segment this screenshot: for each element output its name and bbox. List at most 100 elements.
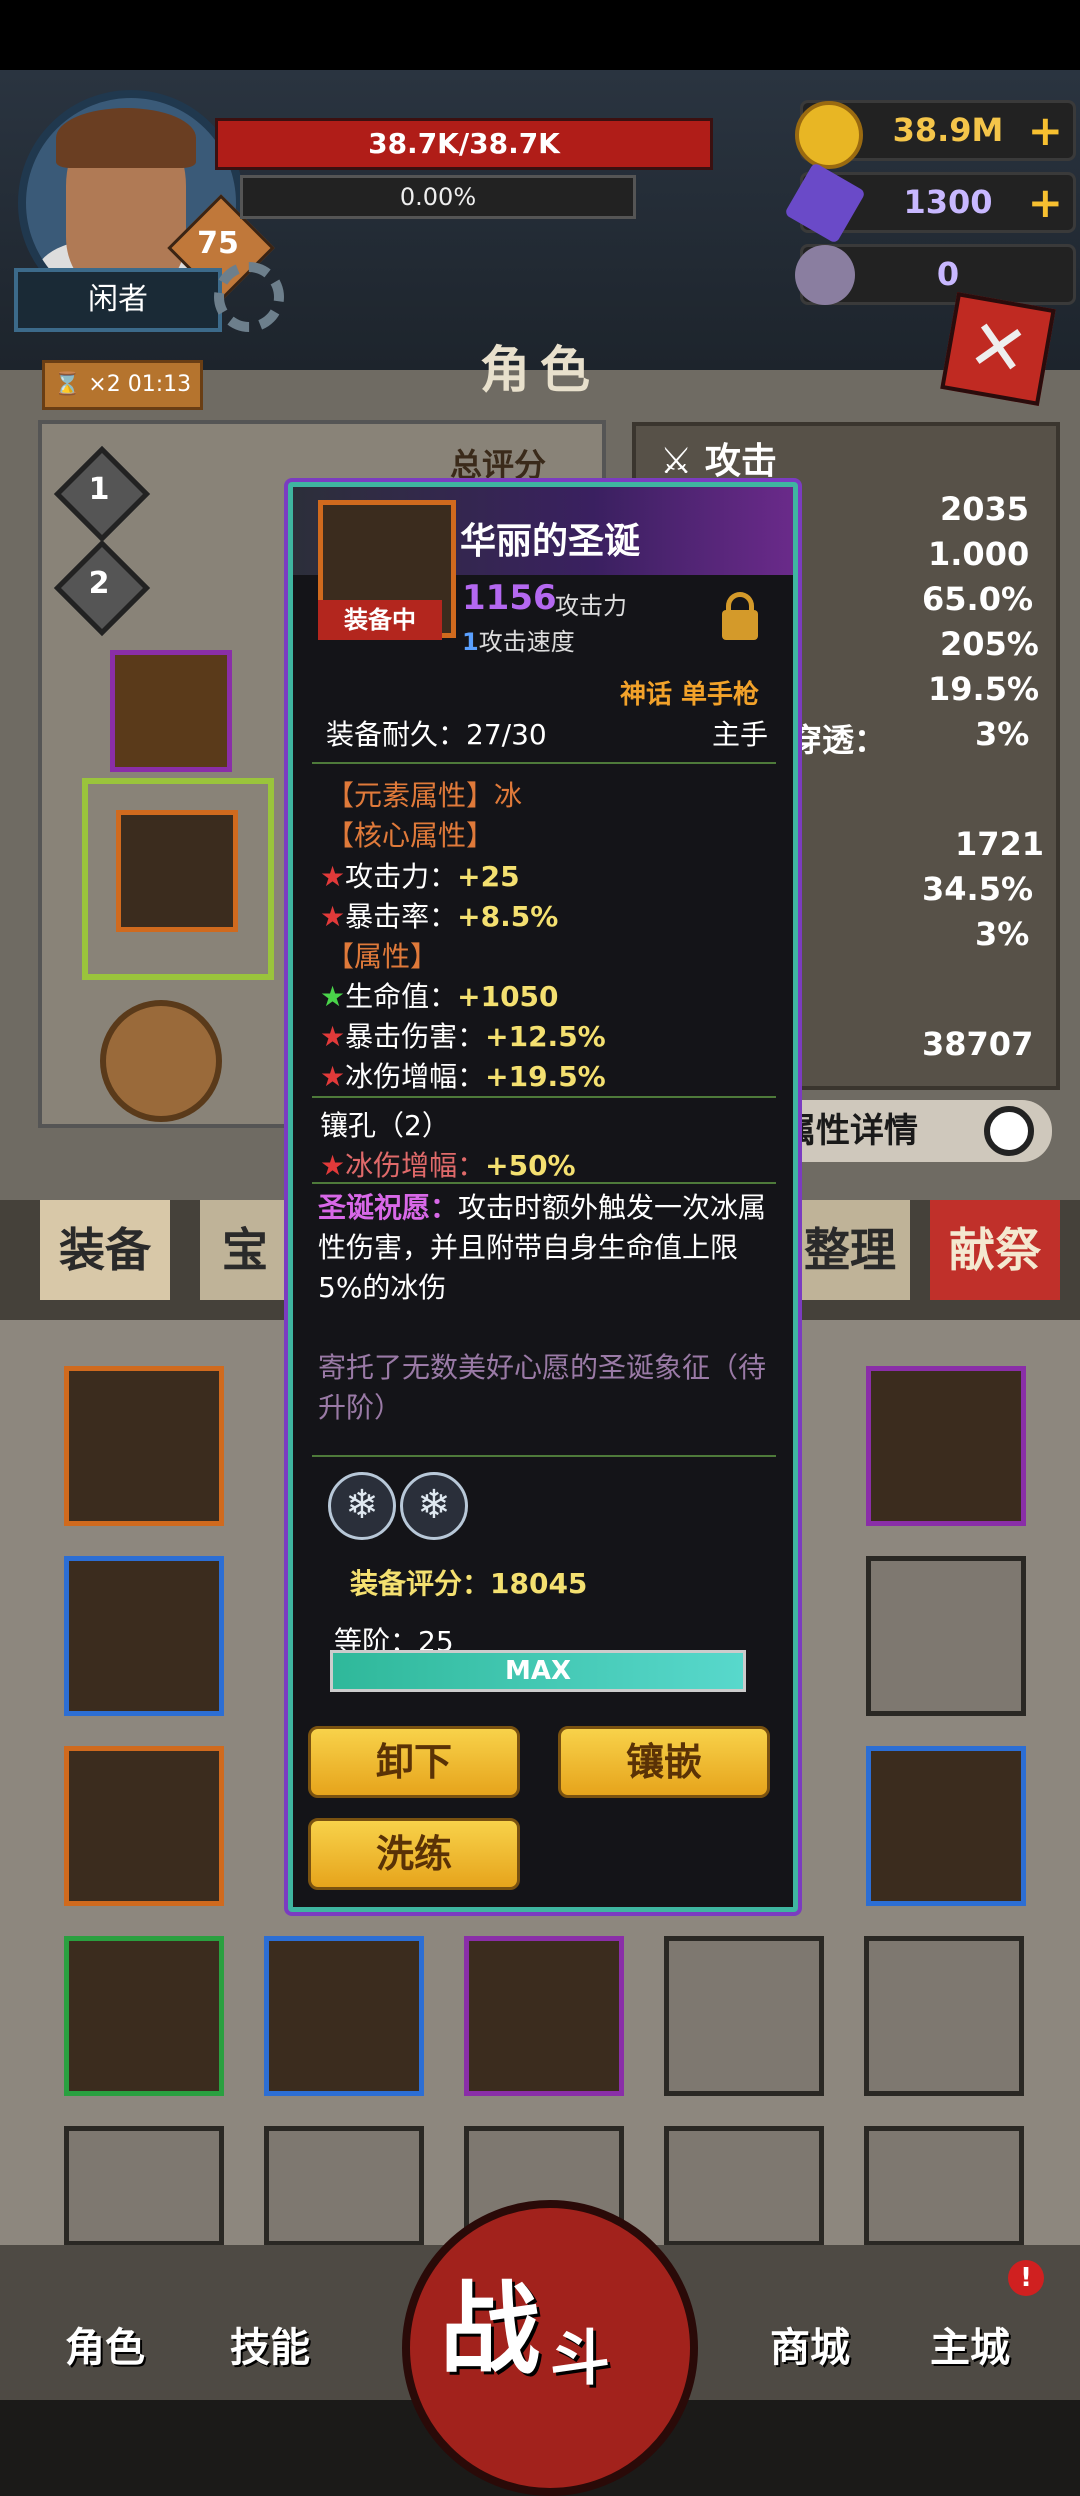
stat-value-5: 19.5% [928, 670, 1040, 708]
total-score-label: 总评分 [450, 446, 547, 484]
skill-name: 圣诞祝愿： [318, 1191, 459, 1224]
status-bar [0, 0, 1080, 70]
battle-label-2: 斗 [550, 2324, 610, 2394]
inventory-slot-tower-helm[interactable] [64, 1936, 224, 2096]
speed-label: 攻击速度 [478, 628, 575, 656]
inventory-slot-empty[interactable] [664, 2126, 824, 2246]
double-exp-buff[interactable]: ⌛ ×2 01:13 [42, 360, 203, 410]
inventory-slot-boots[interactable] [866, 1366, 1026, 1526]
stat-label: 生命值： [345, 980, 458, 1013]
attr-row: ★暴击伤害：+12.5% [320, 1015, 606, 1055]
hand-slot: 主手 [712, 718, 769, 751]
skull-value: 0 [936, 255, 960, 293]
stats-header-label: 攻击 [704, 441, 777, 482]
stat-label: 暴击伤害： [345, 1020, 486, 1053]
stat-value: +1050 [457, 980, 559, 1013]
page-title: 角色 [480, 341, 600, 399]
inventory-slot-empty[interactable] [864, 1936, 1024, 2096]
player-level: 75 [197, 226, 239, 261]
weapon-slot-selected[interactable] [116, 810, 238, 932]
durability: 装备耐久：27/30 [326, 718, 547, 751]
buff-timer: 01:13 [127, 372, 192, 397]
inventory-slot-trident[interactable] [264, 1936, 424, 2096]
stat-value-6: 3% [975, 715, 1030, 753]
red-star-icon: ★ [320, 860, 346, 893]
attack-label: 攻击力 [555, 592, 627, 620]
inventory-slot-empty[interactable] [664, 1936, 824, 2096]
stat-value-8: 34.5% [922, 870, 1034, 908]
buff-multiplier: ×2 [88, 372, 121, 397]
stat-value: +25 [457, 860, 520, 893]
equip-score: 装备评分：18045 [350, 1567, 588, 1600]
inventory-slot-spear[interactable] [64, 1556, 224, 1716]
gem-counter: 1300 + [784, 162, 1076, 244]
red-star-icon: ★ [320, 1020, 346, 1053]
core-stat-row: ★攻击力：+25 [320, 855, 520, 895]
tab-sort[interactable]: 整理 [790, 1200, 910, 1300]
stats-header: ⚔ 攻击 [660, 441, 777, 482]
stat-value: +19.5% [485, 1060, 606, 1093]
speed-value: 1 [462, 628, 479, 656]
stat-value-2: 1.000 [928, 535, 1030, 573]
loadout-2-label: 2 [88, 566, 110, 601]
stat-label: 冰伤增幅： [345, 1149, 486, 1182]
grade-max-bar: MAX [330, 1650, 746, 1692]
red-star-icon: ★ [320, 1149, 346, 1182]
stat-label: 冰伤增幅： [345, 1060, 486, 1093]
gem-value: 1300 [903, 183, 993, 221]
nav-skill[interactable]: 技能 [220, 2315, 320, 2373]
divider [312, 1455, 776, 1457]
rune-slot-icon[interactable] [100, 1000, 222, 1122]
snowflake-gem-icon[interactable]: ❄ [328, 1472, 396, 1540]
stat-label: 暴击率： [345, 900, 458, 933]
divider [312, 762, 776, 764]
stat-value-10: 38707 [922, 1025, 1034, 1063]
inventory-slot-armor[interactable] [866, 1556, 1026, 1716]
nav-shop[interactable]: 商城 [760, 2315, 860, 2373]
stat-value-3: 65.0% [922, 580, 1034, 618]
nav-role[interactable]: 角色 [55, 2315, 155, 2373]
gold-coin-icon [795, 101, 863, 169]
stat-label: 攻击力： [345, 860, 458, 893]
socket-title: 镶孔（2） [320, 1109, 450, 1142]
refine-button[interactable]: 洗练 [308, 1818, 520, 1890]
close-button[interactable]: ✕ [940, 292, 1056, 406]
inventory-slot-empty[interactable] [864, 2126, 1024, 2246]
inventory-slot-staff[interactable] [64, 1746, 224, 1906]
stat-value: +8.5% [457, 900, 559, 933]
core-stat-row: ★暴击率：+8.5% [320, 895, 558, 935]
inventory-slot-robe[interactable] [866, 1746, 1026, 1906]
stat-value-4: 205% [940, 625, 1039, 663]
inventory-slot-empty[interactable] [264, 2126, 424, 2246]
settings-gear-icon[interactable] [214, 262, 284, 332]
stat-value-7: 1721 [955, 825, 1045, 863]
core-attr-header: 【核心属性】 [326, 819, 495, 852]
nav-city[interactable]: 主城 [920, 2315, 1020, 2373]
gold-value: 38.9M [892, 111, 1004, 149]
inventory-slot-empty[interactable] [64, 2126, 224, 2246]
hp-bar: 38.7K/38.7K [215, 118, 713, 170]
lock-icon-body[interactable] [722, 610, 758, 640]
equipped-badge: 装备中 [318, 600, 442, 640]
snowflake-gem-icon[interactable]: ❄ [400, 1472, 468, 1540]
stat-value-1: 2035 [940, 490, 1030, 528]
tab-equip[interactable]: 装备 [40, 1200, 170, 1300]
battle-label-1: 战 [440, 2271, 540, 2388]
attribute-detail-label: 属性详情 [782, 1111, 918, 1151]
penetration-label: 穿透： [790, 721, 887, 759]
item-quality: 神话 单手枪 [620, 680, 760, 710]
search-icon [984, 1106, 1034, 1156]
inlay-button[interactable]: 镶嵌 [558, 1726, 770, 1798]
inventory-slot-sword[interactable] [464, 1936, 624, 2096]
notification-badge: ! [1008, 2260, 1044, 2296]
ring-slot[interactable] [110, 650, 232, 772]
tab-sacrifice[interactable]: 献祭 [930, 1200, 1060, 1300]
unequip-button[interactable]: 卸下 [308, 1726, 520, 1798]
tab-gem[interactable]: 宝石 [200, 1200, 290, 1377]
inventory-slot-helmet[interactable] [64, 1366, 224, 1526]
gold-add-button[interactable]: + [1028, 103, 1063, 158]
gem-add-button[interactable]: + [1028, 175, 1063, 230]
attack-speed: 1攻击速度 [462, 622, 575, 657]
loadout-1-label: 1 [88, 472, 110, 507]
item-flavor: 寄托了无数美好心愿的圣诞象征（待升阶） [318, 1351, 767, 1424]
